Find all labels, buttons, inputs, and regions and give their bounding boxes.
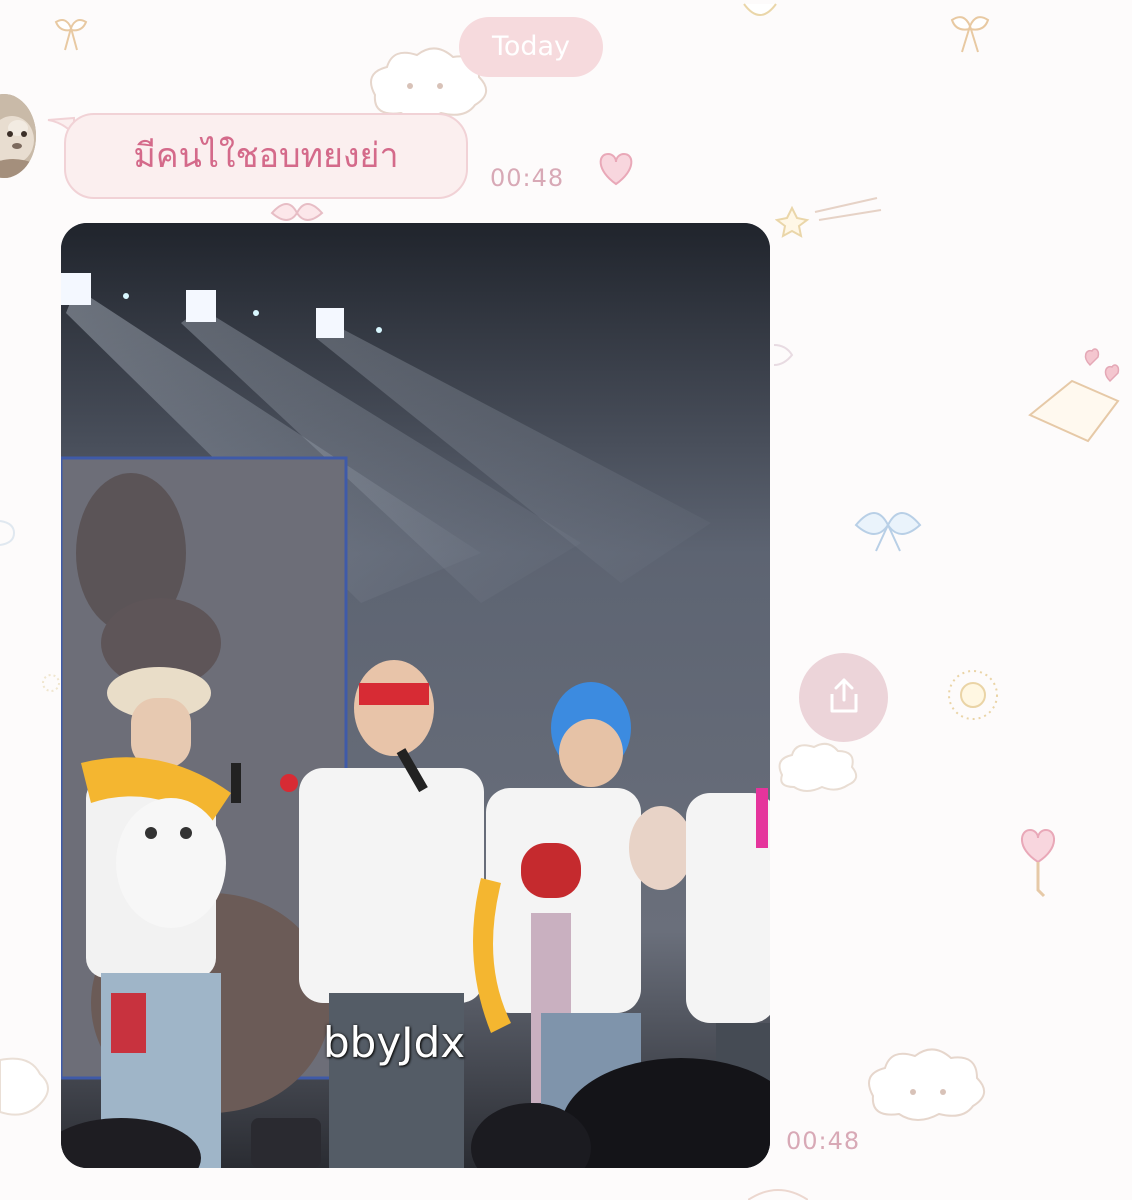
sparkle-doodle-icon <box>773 344 794 366</box>
share-button[interactable] <box>799 653 888 742</box>
message-timestamp: 00:48 <box>490 164 565 192</box>
avatar-image <box>0 94 36 178</box>
sparkle-doodle-icon <box>0 520 16 546</box>
image-watermark: bbyJdx <box>323 1018 466 1067</box>
ribbon-doodle-icon <box>743 3 777 16</box>
sheep-doodle-icon <box>0 1057 49 1116</box>
share-icon <box>830 678 858 713</box>
message-bubble[interactable]: มีคนไใชอบทยงย่า <box>64 113 468 199</box>
cake-doodle-icon <box>1028 348 1120 443</box>
cloud-sheep-doodle-icon <box>778 742 858 792</box>
image-timestamp: 00:48 <box>786 1127 861 1155</box>
ribbon-doodle-icon <box>950 16 990 53</box>
sun-doodle-icon <box>948 670 998 720</box>
message-text: มีคนไใชอบทยงย่า <box>133 136 399 176</box>
ice-cream-doodle-icon <box>1021 828 1055 898</box>
heart-doodle-icon <box>599 152 633 186</box>
sparkle-doodle-icon <box>42 674 60 692</box>
image-message[interactable]: bbyJdx <box>61 223 770 1168</box>
cloud-sheep-doodle-icon <box>868 1048 985 1121</box>
bow-doodle-icon <box>854 512 922 552</box>
avatar[interactable] <box>0 94 36 178</box>
date-separator: Today <box>459 17 603 77</box>
ribbon-doodle-icon <box>748 1189 808 1200</box>
ribbon-doodle-icon <box>54 19 88 51</box>
shooting-star-doodle-icon <box>775 197 882 238</box>
